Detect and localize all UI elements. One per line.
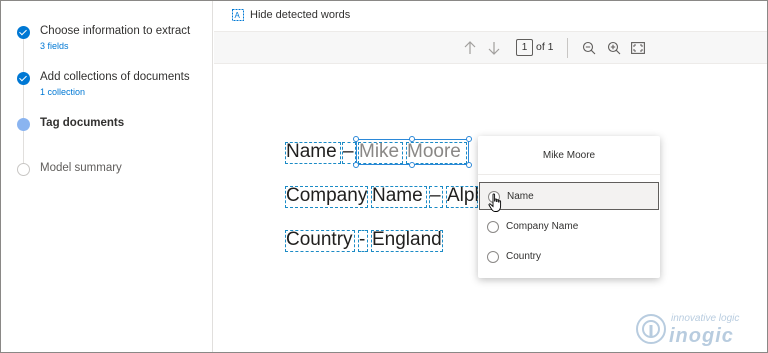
steps-connector	[23, 37, 24, 167]
app-window: Choose information to extract 3 fields A…	[0, 0, 768, 353]
resize-handle[interactable]	[353, 136, 359, 142]
word-name: Name	[372, 185, 423, 206]
option-label: Country	[506, 251, 542, 262]
hide-words-label: Hide detected words	[250, 9, 351, 21]
arrow-down-icon[interactable]	[486, 40, 502, 56]
word-england: England	[372, 229, 442, 250]
wizard-sidebar: Choose information to extract 3 fields A…	[1, 1, 213, 352]
hand-cursor-icon	[488, 193, 504, 213]
option-name[interactable]: Name	[479, 182, 659, 210]
step-complete-icon	[17, 72, 30, 85]
arrow-up-icon[interactable]	[462, 40, 478, 56]
text-detect-icon: A	[232, 9, 244, 21]
watermark-tagline: innovative logic	[671, 313, 740, 324]
tag-field-popup: Mike Moore Name Company Name Country	[478, 136, 660, 278]
radio-button[interactable]	[487, 221, 499, 233]
resize-handle[interactable]	[409, 162, 415, 168]
step-complete-icon	[17, 26, 30, 39]
resize-handle[interactable]	[466, 162, 472, 168]
option-country[interactable]: Country	[479, 243, 659, 271]
divider	[478, 174, 660, 175]
brand-logo-icon	[636, 314, 666, 344]
hide-detected-words-button[interactable]: A Hide detected words	[232, 9, 350, 21]
viewer-toolbar: 1 of 1	[214, 31, 767, 64]
page-number-input[interactable]: 1	[516, 39, 533, 56]
fit-page-icon[interactable]	[630, 40, 646, 56]
step-title: Model summary	[40, 162, 122, 174]
popup-selected-text: Mike Moore	[542, 150, 596, 161]
option-label: Name	[507, 191, 534, 202]
step-current-icon	[17, 118, 30, 131]
option-company-name[interactable]: Company Name	[479, 213, 659, 241]
brand-watermark: innovative logic inogic	[635, 307, 765, 351]
page-count: of 1	[536, 41, 554, 53]
step-fields-link[interactable]: 3 fields	[40, 41, 69, 51]
resize-handle[interactable]	[409, 136, 415, 142]
word-dash: –	[430, 185, 441, 206]
word-name: Name	[286, 141, 337, 162]
radio-button[interactable]	[487, 251, 499, 263]
word-dash: –	[343, 141, 354, 162]
resize-handle[interactable]	[466, 136, 472, 142]
step-pending-icon	[17, 163, 30, 176]
toolbar-divider	[567, 38, 568, 58]
step-title: Choose information to extract	[40, 25, 191, 37]
option-label: Company Name	[506, 221, 579, 232]
step-collection-link[interactable]: 1 collection	[40, 87, 85, 97]
word-moore: Moore	[407, 141, 461, 162]
word-company: Company	[286, 185, 368, 206]
step-title: Tag documents	[40, 117, 125, 129]
resize-handle[interactable]	[353, 162, 359, 168]
zoom-out-icon[interactable]	[581, 40, 597, 56]
watermark-brand: inogic	[669, 325, 734, 347]
word-dash: -	[359, 229, 366, 250]
step-title: Add collections of documents	[40, 71, 190, 83]
svg-text:A: A	[235, 11, 241, 20]
zoom-in-icon[interactable]	[606, 40, 622, 56]
word-country: Country	[286, 229, 353, 250]
command-bar: A Hide detected words	[214, 1, 767, 31]
word-mike: Mike	[359, 141, 400, 162]
